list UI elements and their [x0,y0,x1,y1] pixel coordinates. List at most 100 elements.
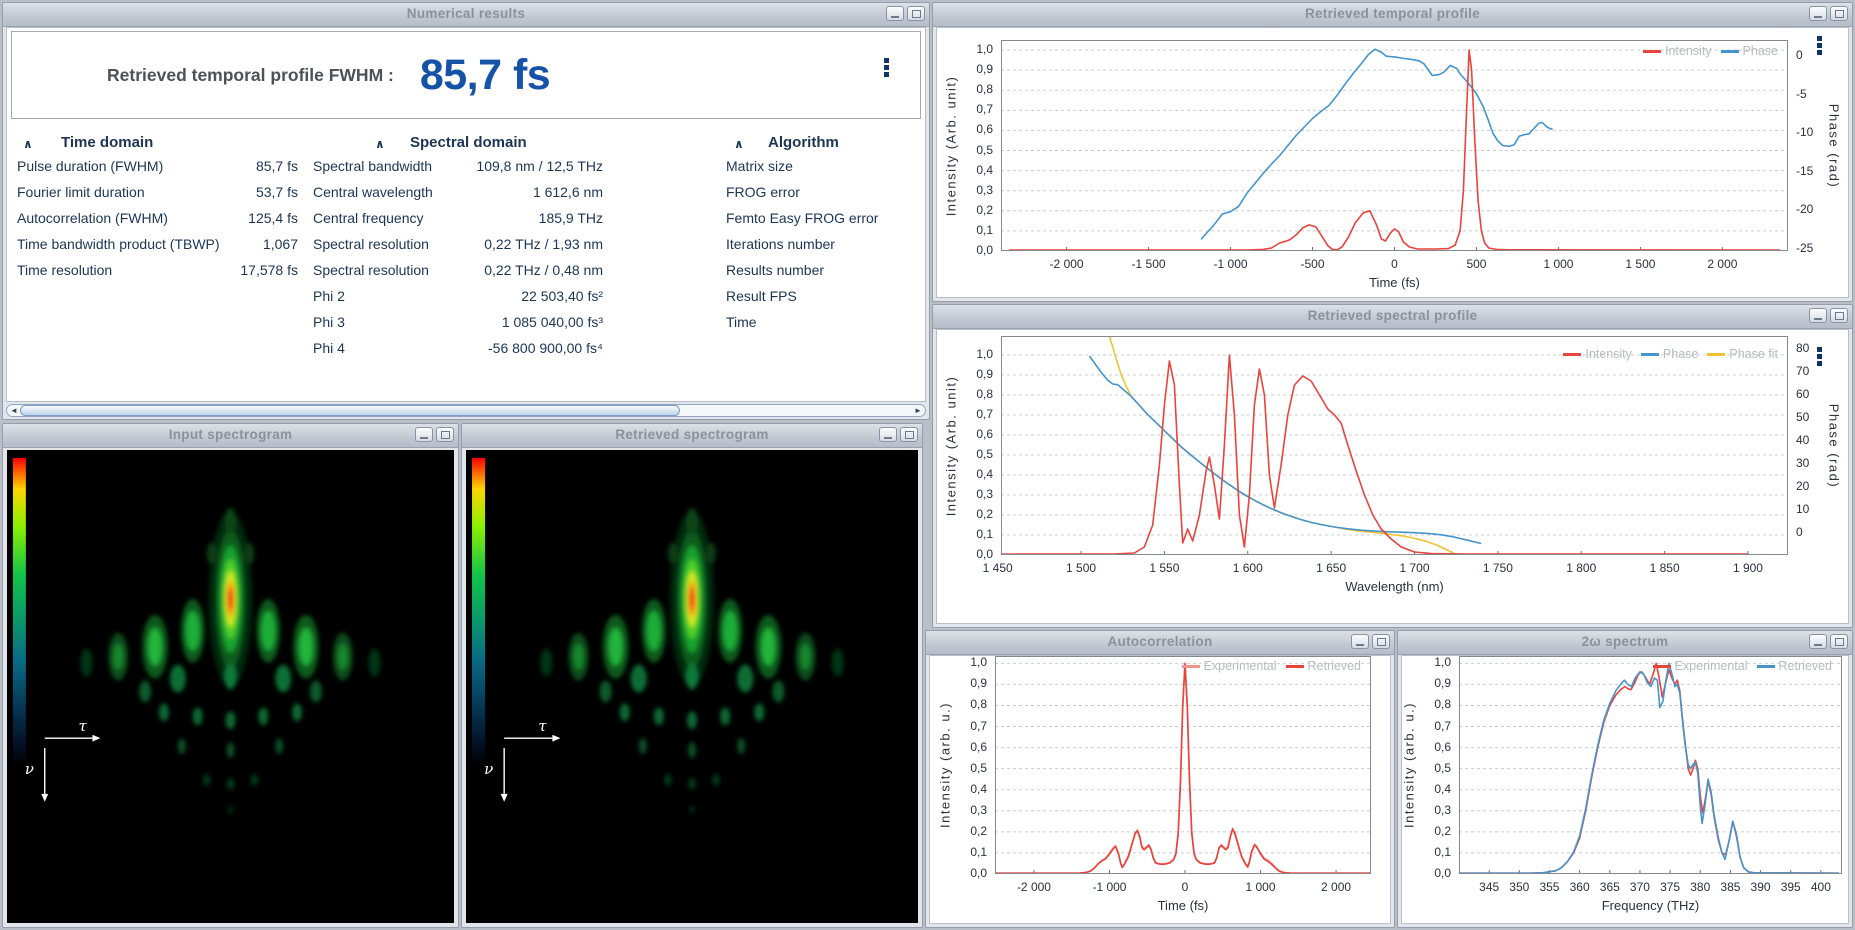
spectral-plot-area[interactable] [1001,336,1788,555]
panel-title: Retrieved spectrogram [462,424,922,446]
numerical-results-titlebar[interactable]: Numerical results [3,3,929,27]
horizontal-scrollbar[interactable]: ◄ ► [6,404,926,417]
y-tick-label: 0,1 [951,845,987,859]
y-tick-label: 0,5 [951,761,987,775]
panel-title: 2ω spectrum [1398,631,1852,653]
input-spectrogram-panel: Input spectrogram [2,423,459,928]
y-tick-label: 0,6 [1415,740,1451,754]
y-tick-label: 0,2 [957,507,993,521]
y-tick-label: 0,7 [957,102,993,116]
legend-item[interactable]: Retrieved [1757,659,1833,673]
y-axis-title: Intensity (Arb. unit) [944,375,959,516]
spectral-profile-titlebar[interactable]: Retrieved spectral profile [933,305,1852,329]
x-tick-label: 2 000 [1682,257,1762,271]
minimize-button[interactable] [886,6,904,21]
maximize-button[interactable] [900,427,918,442]
scroll-right-icon[interactable]: ► [912,405,924,416]
y-tick-label: 0,6 [957,427,993,441]
row-value: 109,8 nm / 12,5 THz [313,158,603,174]
row-value: 125,4 fs [17,210,298,226]
legend-line-swatch [1643,50,1661,53]
legend-item[interactable]: Intensity [1643,44,1712,58]
collapse-chevron-icon[interactable]: ∧ [734,137,744,151]
two-omega-titlebar[interactable]: 2ω spectrum [1398,631,1852,655]
y-tick-label: 0,8 [957,387,993,401]
y-tick-label: 0,5 [957,447,993,461]
y-axis-title: Intensity (arb. u.) [938,702,953,828]
legend-item[interactable]: Experimental [1653,659,1748,673]
maximize-button[interactable] [436,427,454,442]
x-tick-label: 2 000 [1296,880,1376,894]
legend-item[interactable]: Retrieved [1286,659,1362,673]
minimize-button[interactable] [1809,308,1827,323]
y-tick-label: 0,0 [957,547,993,561]
minimize-button[interactable] [1351,634,1369,649]
collapse-chevron-icon[interactable]: ∧ [23,137,33,151]
x-tick-label: -2 000 [994,880,1074,894]
phase-tick-label: -10 [1796,125,1813,139]
row-value: 53,7 fs [17,184,298,200]
legend-item[interactable]: Phase fit [1707,347,1778,361]
chart-menu-icon[interactable] [1817,347,1823,366]
maximize-button[interactable] [907,6,925,21]
chart-menu-icon[interactable] [1817,36,1823,55]
autocorrelation-panel: Autocorrelation 0,00,10,20,30,40,50,60,7… [925,630,1395,928]
phase-tick-label: -5 [1796,87,1807,101]
maximize-button[interactable] [1372,634,1390,649]
x-tick-label: 400 [1781,880,1855,894]
legend-line-swatch [1653,665,1671,668]
x-tick-label: 0 [1145,880,1225,894]
y-tick-label: 0,4 [1415,782,1451,796]
row-label: Matrix size [726,158,793,174]
legend-item[interactable]: Phase [1641,347,1698,361]
x-tick-label: 1 650 [1291,561,1371,575]
fwhm-label: Retrieved temporal profile FWHM : [107,65,394,86]
x-axis-title: Time (fs) [1325,275,1465,290]
minimize-button[interactable] [1809,634,1827,649]
legend-line-swatch [1707,353,1725,356]
x-tick-label: 1 500 [1041,561,1121,575]
twoomega-plot-area[interactable] [1459,656,1842,874]
legend-item[interactable]: Intensity [1563,347,1632,361]
scroll-left-icon[interactable]: ◄ [8,405,20,416]
minimize-button[interactable] [879,427,897,442]
retrieved-spectrogram-titlebar[interactable]: Retrieved spectrogram [462,424,922,448]
input-spectrogram-titlebar[interactable]: Input spectrogram [3,424,458,448]
x-tick-label: -1 000 [1191,257,1271,271]
temporal-profile-titlebar[interactable]: Retrieved temporal profile [933,3,1852,27]
y-tick-label: 0,8 [957,82,993,96]
maximize-button[interactable] [1830,308,1848,323]
input-spectrogram-canvas[interactable] [7,450,454,923]
scrollbar-thumb[interactable] [20,405,680,416]
row-label: FROG error [726,184,800,200]
row-label: Time [726,314,757,330]
section-header: Spectral domain [410,134,527,151]
panel-title: Input spectrogram [3,424,458,446]
temporal-plot-area[interactable] [1001,40,1788,251]
collapse-chevron-icon[interactable]: ∧ [375,137,385,151]
fwhm-menu-icon[interactable] [884,58,890,77]
twoomega-legend: Experimental Retrieved [1653,659,1832,673]
minimize-button[interactable] [415,427,433,442]
maximize-button[interactable] [1830,634,1848,649]
y-tick-label: 0,3 [957,183,993,197]
autocorr-plot-area[interactable] [995,656,1371,874]
retrieved-spectrogram-canvas[interactable] [466,450,918,923]
row-label: Iterations number [726,236,835,252]
two-omega-spectrum-panel: 2ω spectrum 0,00,10,20,30,40,50,60,70,80… [1397,630,1853,928]
x-tick-label: 1 450 [958,561,1038,575]
phase-tick-label: 60 [1796,387,1809,401]
phase-tick-label: -20 [1796,202,1813,216]
x-tick-label: 1 800 [1541,561,1621,575]
fwhm-value: 85,7 fs [420,51,550,100]
numerical-results-panel: Numerical results Retrieved temporal pro… [2,2,930,420]
section-header: Algorithm [768,134,839,151]
phase-axis-title: Phase (rad) [1827,403,1842,487]
minimize-button[interactable] [1809,6,1827,21]
maximize-button[interactable] [1830,6,1848,21]
autocorrelation-titlebar[interactable]: Autocorrelation [926,631,1394,655]
legend-item[interactable]: Experimental [1182,659,1277,673]
legend-label: Experimental [1675,659,1748,673]
y-tick-label: 0,3 [1415,803,1451,817]
legend-item[interactable]: Phase [1721,44,1778,58]
